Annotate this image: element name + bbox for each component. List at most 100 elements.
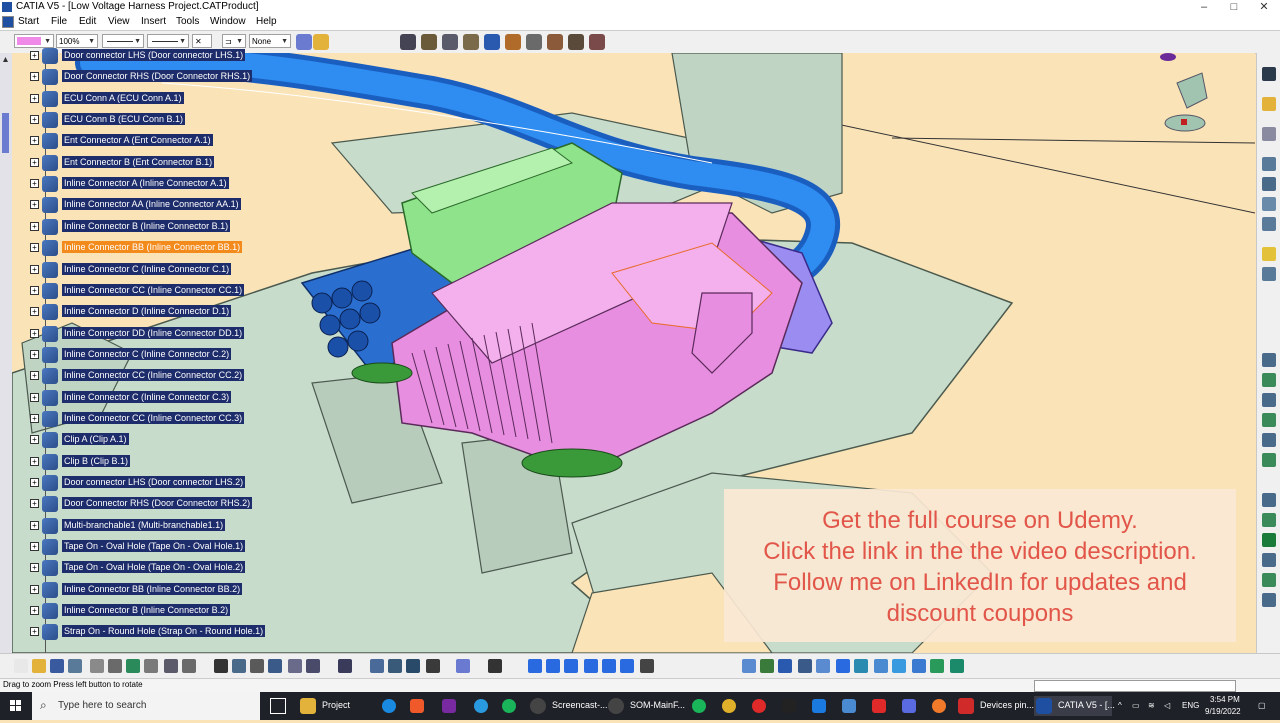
chevron-up-icon[interactable]: ^ [1118,701,1122,710]
scroll-thumb[interactable] [2,113,9,153]
brave-icon[interactable] [410,699,424,713]
toolbar-tool-icon[interactable] [528,659,542,673]
tool-icon[interactable] [1262,393,1276,407]
expand-icon[interactable]: + [30,584,39,594]
expand-icon[interactable]: + [30,542,39,552]
tree-item-label[interactable]: Ent Connector B (Ent Connector B.1) [62,155,215,168]
menu-file[interactable]: File [51,16,67,27]
select-icon[interactable] [1262,67,1276,81]
menu-tools[interactable]: Tools [176,16,199,27]
toolbar-tool-icon[interactable] [388,659,402,673]
tree-item-label[interactable]: Inline Connector C (Inline Connector C.1… [62,262,232,275]
tree-item-label[interactable]: Door Connector RHS (Door Connector RHS.2… [62,497,253,510]
app-icon[interactable] [812,699,826,713]
tree-item-label[interactable]: Inline Connector CC (Inline Connector CC… [62,369,245,382]
opera-icon[interactable] [752,699,766,713]
toolbar-tool-icon[interactable] [742,659,756,673]
tool-icon[interactable] [1262,553,1276,567]
toolbar-tool-icon[interactable] [836,659,850,673]
clock-time[interactable]: 3:54 PM [1210,695,1240,704]
expand-icon[interactable]: + [30,264,39,274]
tree-item-label[interactable]: ECU Conn A (ECU Conn A.1) [62,91,184,104]
tree-item-label[interactable]: Tape On - Oval Hole (Tape On - Oval Hole… [62,561,246,574]
expand-icon[interactable]: + [30,328,39,338]
toolbar-tool-icon[interactable] [488,659,502,673]
tree-item-label[interactable]: Inline Connector C (Inline Connector C.3… [62,390,232,403]
tool-icon[interactable] [1262,247,1276,261]
onenote-icon[interactable] [442,699,456,713]
format-painter-icon[interactable] [296,34,312,50]
close-button[interactable]: ✕ [1249,0,1279,14]
expand-icon[interactable]: + [30,392,39,402]
expand-icon[interactable]: + [30,179,39,189]
toolbar-tool-icon[interactable] [182,659,196,673]
expand-icon[interactable]: + [30,72,39,82]
tree-item-label[interactable]: Door connector LHS (Door connector LHS.1… [62,49,246,61]
command-input[interactable] [1034,680,1236,692]
task-view-icon[interactable] [270,698,286,714]
expand-icon[interactable]: + [30,563,39,573]
toolbar-tool-icon[interactable] [108,659,122,673]
toolbar-tool-icon[interactable] [546,659,560,673]
expand-icon[interactable]: + [30,371,39,381]
expand-icon[interactable]: + [30,413,39,423]
toolbar-tool-icon[interactable] [164,659,178,673]
expand-icon[interactable]: + [30,93,39,103]
menu-view[interactable]: View [108,16,130,27]
electrical-tool-9-icon[interactable] [568,34,584,50]
tool-icon[interactable] [1262,127,1276,141]
tree-item-label[interactable]: Inline Connector AA (Inline Connector AA… [62,198,241,211]
tool-icon[interactable] [1262,453,1276,467]
toolbar-tool-icon[interactable] [778,659,792,673]
tree-item-label[interactable]: Inline Connector BB (Inline Connector BB… [62,241,243,254]
expand-icon[interactable]: + [30,136,39,146]
tool-icon[interactable] [1262,513,1276,527]
expand-icon[interactable]: + [30,478,39,487]
expand-icon[interactable]: + [30,520,39,530]
vivaldi-icon[interactable] [872,699,886,713]
tool-icon[interactable] [1262,593,1276,607]
menu-start[interactable]: Start [18,16,39,27]
tool-icon[interactable] [1262,373,1276,387]
toolbar-tool-icon[interactable] [144,659,158,673]
toolbar-tool-icon[interactable] [620,659,634,673]
tree-item-label[interactable]: Clip B (Clip B.1) [62,454,131,467]
discord-icon[interactable] [902,699,916,713]
toolbar-tool-icon[interactable] [854,659,868,673]
taskbar-app-som[interactable]: SOM-MainF... [606,696,686,716]
tree-item-label[interactable]: Clip A (Clip A.1) [62,433,129,446]
expand-icon[interactable]: + [30,627,39,637]
tool-icon[interactable] [1262,197,1276,211]
tree-item-label[interactable]: Door Connector RHS (Door Connector RHS.1… [62,70,253,83]
toolbar-tool-icon[interactable] [268,659,282,673]
tool-icon[interactable] [1262,533,1276,547]
tree-item-label[interactable]: Inline Connector CC (Inline Connector CC… [62,411,245,424]
tree-item-label[interactable]: ECU Conn B (ECU Conn B.1) [62,113,186,126]
tool-icon[interactable] [1262,413,1276,427]
toolbar-tool-icon[interactable] [930,659,944,673]
network-icon[interactable]: ▭ [1132,701,1140,710]
menu-edit[interactable]: Edit [79,16,96,27]
chrome-icon[interactable] [722,699,736,713]
expand-icon[interactable]: + [30,349,39,359]
toolbar-tool-icon[interactable] [232,659,246,673]
tree-item-label[interactable]: Multi-branchable1 (Multi-branchable1.1) [62,518,226,531]
electrical-tool-3-icon[interactable] [442,34,458,50]
tool-icon[interactable] [1262,573,1276,587]
tree-item-label[interactable]: Inline Connector BB (Inline Connector BB… [62,582,243,595]
spotify-icon[interactable] [502,699,516,713]
toolbar-tool-icon[interactable] [816,659,830,673]
toolbar-tool-icon[interactable] [892,659,906,673]
color-combo[interactable]: ▼ [14,34,54,48]
toolbar-tool-icon[interactable] [288,659,302,673]
language-indicator[interactable]: ENG [1182,701,1199,710]
toolbar-tool-icon[interactable] [912,659,926,673]
expand-icon[interactable]: + [30,200,39,210]
windows-start-button[interactable] [0,692,32,720]
tool-icon[interactable] [1262,157,1276,171]
transparency-combo[interactable]: 100% ▼ [56,34,98,48]
tool-icon[interactable] [1262,493,1276,507]
maximize-button[interactable]: □ [1219,0,1249,14]
tool-icon[interactable] [1262,433,1276,447]
tree-item-label[interactable]: Strap On - Round Hole (Strap On - Round … [62,625,266,638]
